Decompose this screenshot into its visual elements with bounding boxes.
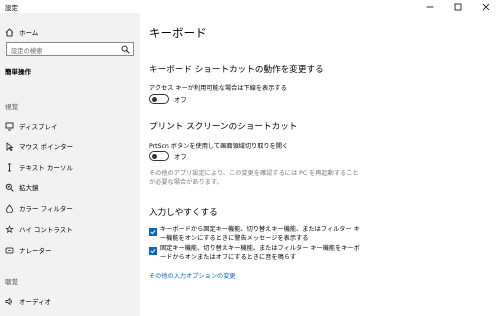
sidebar-item-text-cursor[interactable]: テキスト カーソル — [0, 158, 140, 176]
sidebar-item-home[interactable]: ホーム — [0, 23, 140, 41]
narrator-icon — [5, 246, 14, 255]
search-input[interactable]: 設定の検索 — [6, 42, 134, 56]
display-icon — [5, 122, 14, 131]
maximize-icon — [454, 3, 462, 10]
typing-section-heading: 入力しやすくする — [149, 208, 218, 218]
sidebar-item-label: カラー フィルター — [19, 205, 73, 213]
sidebar-item-label: ナレーター — [19, 247, 52, 255]
magnifier-icon — [5, 183, 14, 192]
sidebar-section-vision: 視覚 — [5, 103, 18, 111]
sidebar-item-label: テキスト カーソル — [19, 164, 73, 172]
toggle-knob — [152, 96, 157, 102]
title-bar: 設定 — [0, 0, 500, 13]
sidebar-item-label: ディスプレイ — [19, 123, 58, 131]
sidebar-item-label: 拡大鏡 — [19, 184, 39, 192]
sidebar-group-title: 簡単操作 — [5, 68, 31, 76]
checkmark-icon — [150, 229, 156, 235]
sidebar-item-audio[interactable]: オーディオ — [0, 292, 140, 310]
toggle-sound-label: 固定キー機能、切り替えキー機能、またはフィルター キー機能をキーボードからオンま… — [160, 245, 360, 261]
printscreen-snip-toggle[interactable] — [149, 151, 169, 161]
sidebar-item-label: ホーム — [19, 29, 39, 37]
shortcut-section-heading: キーボード ショートカットの動作を変更する — [149, 65, 324, 75]
sidebar-item-narrator[interactable]: ナレーター — [0, 241, 140, 259]
more-typing-options-link[interactable]: その他の入力オプションの変更 — [149, 271, 236, 280]
main-content: キーボード キーボード ショートカットの動作を変更する アクセス キーが利用可能… — [140, 13, 500, 316]
sidebar-item-magnifier[interactable]: 拡大鏡 — [0, 178, 140, 196]
underline-access-keys-label: アクセス キーが利用可能な場合は下線を表示する — [149, 85, 287, 92]
mouse-pointer-icon — [5, 142, 14, 151]
sidebar-item-display[interactable]: ディスプレイ — [0, 117, 140, 135]
text-cursor-icon — [5, 163, 14, 172]
underline-access-keys-toggle[interactable] — [149, 94, 169, 104]
audio-icon — [5, 297, 14, 306]
checkmark-icon — [150, 248, 156, 254]
toggle-state-label: オフ — [174, 153, 187, 161]
close-button[interactable] — [472, 0, 500, 13]
toggle-state-label: オフ — [174, 96, 187, 104]
high-contrast-icon — [5, 225, 14, 234]
sidebar-item-high-contrast[interactable]: ハイ コントラスト — [0, 220, 140, 238]
toggle-knob — [152, 153, 157, 159]
toggle-sound-checkbox[interactable] — [149, 247, 157, 255]
sidebar-item-mouse-pointer[interactable]: マウス ポインター — [0, 137, 140, 155]
warning-message-label: キーボードから固定キー機能、切り替えキー機能、またはフィルター キー機能をオンに… — [160, 226, 360, 242]
warning-message-checkbox[interactable] — [149, 228, 157, 236]
printscreen-setting-label: PrtScn ボタンを使用して画面領域切り取りを開く — [149, 143, 289, 150]
search-placeholder: 設定の検索 — [11, 47, 43, 55]
color-filter-icon — [5, 204, 14, 213]
page-title: キーボード — [149, 26, 207, 40]
sidebar-item-label: マウス ポインター — [19, 143, 74, 151]
sidebar-item-label: オーディオ — [19, 298, 52, 306]
maximize-button[interactable] — [444, 0, 472, 13]
minimize-button[interactable] — [416, 0, 444, 13]
restart-note: その他のアプリ設定により、この変更を確認するには PC を再起動することが必要な… — [149, 170, 359, 186]
sidebar-section-hearing: 聴覚 — [5, 278, 18, 286]
close-icon — [482, 3, 490, 10]
sidebar-item-label: ハイ コントラスト — [19, 226, 73, 234]
window-title: 設定 — [5, 4, 18, 12]
minimize-icon — [426, 6, 434, 7]
search-icon — [121, 45, 130, 54]
home-icon — [5, 28, 14, 37]
sidebar-item-color-filter[interactable]: カラー フィルター — [0, 199, 140, 217]
printscreen-section-heading: プリント スクリーンのショートカット — [149, 122, 298, 132]
